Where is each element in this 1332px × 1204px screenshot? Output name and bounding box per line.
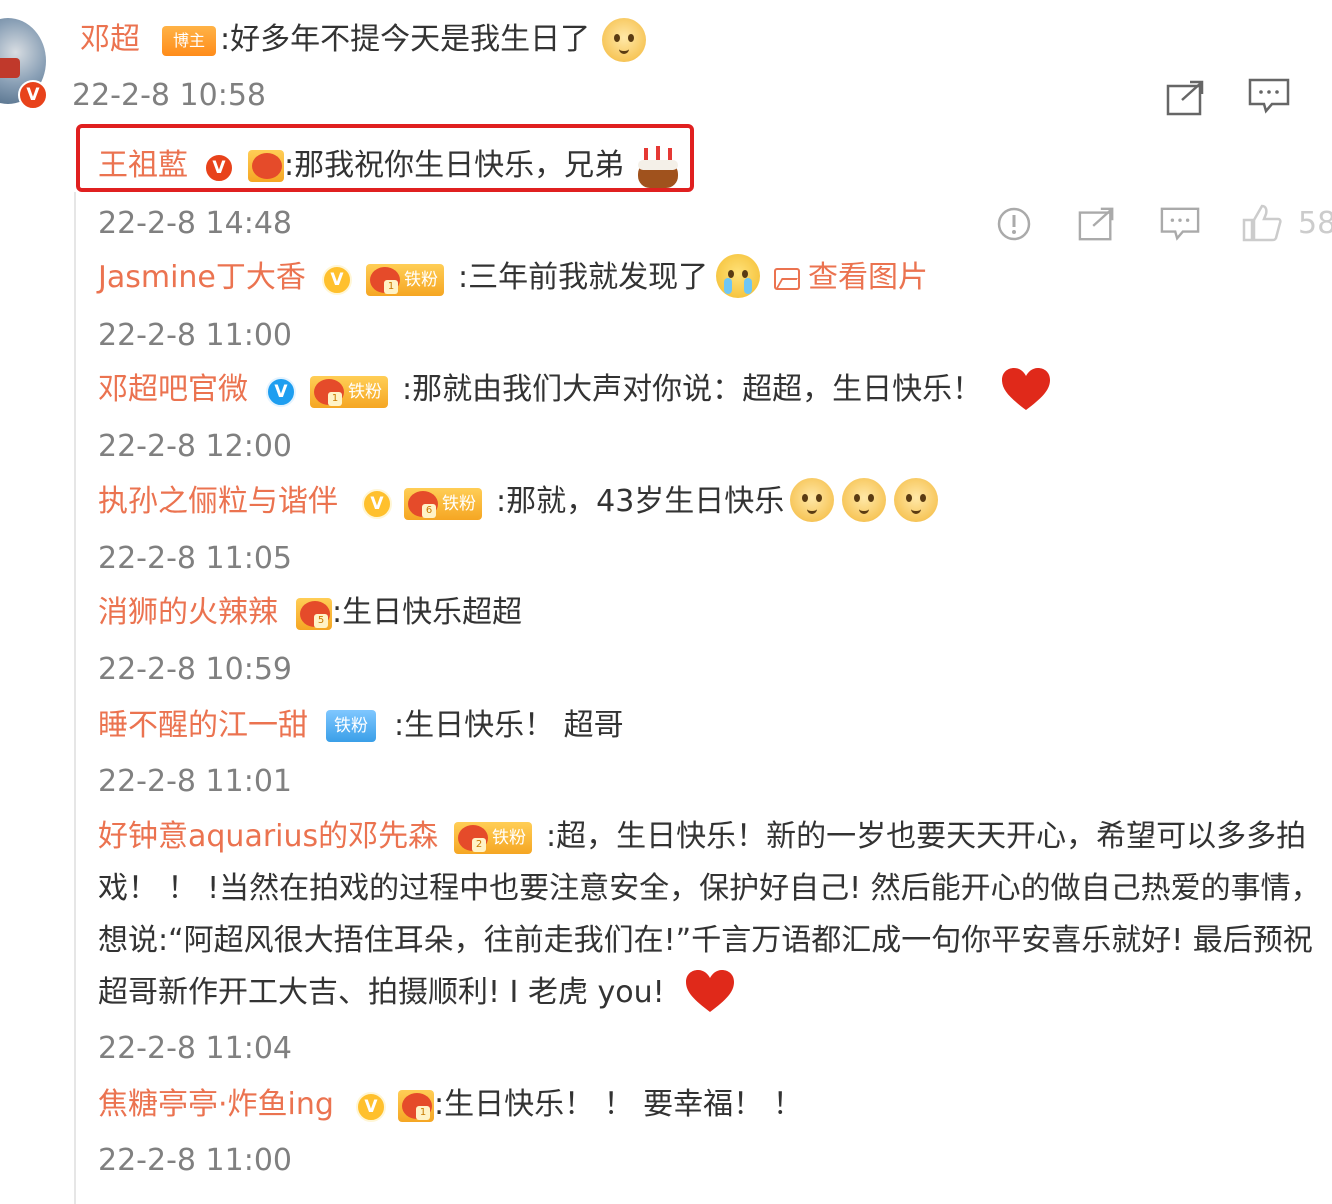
reply-text: :那就，43岁生日快乐 [496, 484, 785, 519]
comment-icon[interactable] [1248, 78, 1290, 114]
report-icon[interactable] [996, 206, 1032, 242]
share-icon[interactable] [1078, 206, 1116, 242]
doge-emoji-icon [790, 478, 834, 522]
reply-time: 22-2-8 11:01 [98, 764, 292, 799]
reply-text: :生日快乐！ 超哥 [394, 708, 624, 743]
doge-emoji-icon [602, 18, 646, 62]
cake-emoji-icon [638, 146, 678, 188]
reply-time: 22-2-8 11:00 [98, 1143, 292, 1178]
reply-author[interactable]: Jasmine丁大香 [98, 258, 306, 298]
fan-level-badge: 5 [296, 598, 332, 630]
crying-emoji-icon [716, 254, 760, 298]
reply-text: :那就由我们大声对你说：超超，生日快乐！ [402, 372, 983, 407]
view-image-link[interactable]: 查看图片 [808, 258, 928, 298]
reply-author[interactable]: 邓超吧官微 [98, 370, 248, 410]
share-icon[interactable] [1166, 80, 1206, 116]
like-icon[interactable] [1242, 204, 1282, 242]
doge-emoji-icon [842, 478, 886, 522]
reply-time: 22-2-8 14:48 [98, 206, 292, 241]
reply-author[interactable]: 消狮的火辣辣 [98, 593, 278, 633]
reply-text-line: 想说:“阿超风很大捂住耳朵，往前走我们在!”千言万语都汇成一句你平安喜乐就好! … [98, 923, 1313, 958]
reply-time: 22-2-8 12:00 [98, 429, 292, 464]
verified-badge-icon: V [18, 80, 48, 110]
verified-badge-icon: V [362, 489, 392, 519]
reply-author[interactable]: 睡不醒的江一甜 [98, 706, 308, 746]
reply-author-wangzulan[interactable]: 王祖藍 [98, 146, 188, 186]
iron-fan-badge: 6 铁粉 [404, 488, 482, 520]
reply-time: 22-2-8 10:59 [98, 652, 292, 687]
iron-fan-badge: 1 铁粉 [310, 376, 388, 408]
reply-text: :生日快乐超超 [332, 595, 523, 630]
heart-emoji-icon [686, 970, 734, 1012]
doge-emoji-icon [894, 478, 938, 522]
verified-badge-icon: V [322, 265, 352, 295]
reply-text-line: 超哥新作开工大吉、拍摄顺利! I 老虎 you! [98, 975, 665, 1010]
reply-author[interactable]: 焦糖亭亭·炸鱼ing [98, 1085, 334, 1125]
image-icon[interactable] [774, 268, 800, 290]
reply-text: :生日快乐！ ！ 要幸福！ ！ [434, 1087, 803, 1122]
verified-badge-icon: V [356, 1092, 386, 1122]
verified-badge-icon: V [266, 377, 296, 407]
post-time: 22-2-8 10:58 [72, 78, 266, 113]
reply-time: 22-2-8 11:00 [98, 318, 292, 353]
reply-time: 22-2-8 11:05 [98, 541, 292, 576]
post-author[interactable]: 邓超 [80, 20, 140, 60]
reply-author[interactable]: 好钟意aquarius的邓先森 [98, 817, 438, 857]
post-text: :好多年不提今天是我生日了 [220, 22, 591, 57]
comment-icon[interactable] [1160, 206, 1200, 242]
thread-divider [74, 192, 76, 1204]
reply-text: :那我祝你生日快乐，兄弟 [284, 148, 625, 183]
iron-fan-badge: 铁粉 [326, 710, 376, 742]
verified-badge-icon: V [204, 153, 234, 183]
iron-fan-badge: 1 铁粉 [366, 264, 444, 296]
reply-text-line: :超，生日快乐！新的一岁也要天天开心，希望可以多多拍 [546, 819, 1307, 854]
reply-text: :三年前我就发现了 [458, 260, 709, 295]
blogger-badge: 博主 [162, 26, 216, 56]
iron-fan-badge: 2 铁粉 [454, 822, 532, 854]
fan-level-badge: 1 [398, 1090, 434, 1122]
reply-author[interactable]: 执孙之俪粒与谐伴 [98, 482, 338, 522]
fan-level-badge [248, 150, 284, 182]
like-count: 58 [1298, 206, 1332, 241]
heart-emoji-icon [1002, 368, 1050, 410]
reply-time: 22-2-8 11:04 [98, 1031, 292, 1066]
reply-text-line: 戏！ ！ !当然在拍戏的过程中也要注意安全，保护好自己! 然后能开心的做自己热爱… [98, 871, 1321, 906]
